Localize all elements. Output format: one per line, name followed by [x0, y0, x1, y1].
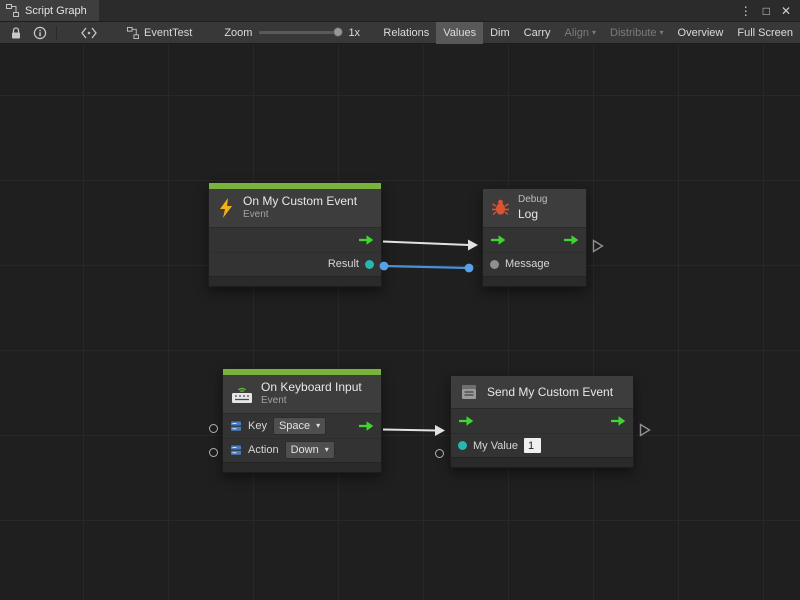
zoom-label: Zoom: [224, 27, 252, 39]
message-label: Message: [505, 258, 550, 270]
control-flow-row: [451, 409, 633, 433]
node-title: On My Custom Event: [243, 194, 357, 209]
key-input-row: Key Space ▾: [223, 414, 381, 438]
result-label: Result: [328, 258, 359, 270]
node-title: Send My Custom Event: [487, 385, 613, 400]
lightning-bolt-icon: [217, 197, 235, 219]
code-view-icon: [81, 27, 97, 39]
overview-button[interactable]: Overview: [671, 22, 731, 44]
my-value-label: My Value: [473, 440, 518, 452]
flow-continuation-triangle[interactable]: [592, 239, 604, 253]
action-label: Action: [248, 444, 279, 456]
my-value-input-row: My Value 1: [451, 433, 633, 457]
message-input-row: Message: [483, 252, 586, 276]
node-header[interactable]: On Keyboard Input Event: [223, 375, 381, 413]
fullscreen-button[interactable]: Full Screen: [730, 22, 800, 44]
flow-input-port[interactable]: [458, 415, 474, 427]
node-on-keyboard-input[interactable]: On Keyboard Input Event Key Space ▾: [222, 368, 382, 473]
flow-continuation-triangle[interactable]: [639, 423, 651, 437]
send-event-icon: [459, 382, 479, 402]
my-value-port[interactable]: [458, 441, 467, 450]
maximize-icon[interactable]: □: [763, 5, 770, 17]
node-body: My Value 1: [451, 408, 633, 457]
flow-output-port[interactable]: [358, 234, 374, 246]
tab-script-graph[interactable]: Script Graph: [0, 0, 99, 21]
menu-icon[interactable]: ⋮: [740, 5, 752, 17]
bug-icon: [491, 198, 510, 217]
chevron-down-icon: ▾: [592, 29, 596, 37]
control-flow-row: [483, 228, 586, 252]
unconnected-port-ring[interactable]: [209, 448, 218, 457]
zoom-value: 1x: [348, 27, 360, 39]
flow-output-port[interactable]: [610, 415, 626, 427]
node-header[interactable]: On My Custom Event Event: [209, 189, 381, 227]
dim-button[interactable]: Dim: [483, 22, 517, 44]
lock-icon: [10, 26, 22, 40]
zoom-slider[interactable]: [259, 31, 341, 34]
variable-icon: [230, 444, 242, 456]
action-dropdown[interactable]: Down ▾: [285, 441, 335, 459]
node-subtitle: Event: [243, 209, 357, 222]
key-dropdown[interactable]: Space ▾: [273, 417, 326, 435]
graph-breadcrumb[interactable]: EventTest: [127, 27, 192, 39]
key-label: Key: [248, 420, 267, 432]
node-title: Log: [518, 207, 547, 222]
node-footer: [223, 462, 381, 472]
chevron-down-icon: ▾: [660, 29, 664, 37]
node-header[interactable]: Debug Log: [483, 189, 586, 227]
node-debug-log[interactable]: Debug Log Message: [482, 188, 587, 287]
node-header[interactable]: Send My Custom Event: [451, 376, 633, 408]
my-value-field[interactable]: 1: [524, 438, 541, 453]
node-footer: [209, 276, 381, 286]
flow-output-port[interactable]: [563, 234, 579, 246]
graph-breadcrumb-icon: [127, 27, 139, 39]
node-subtitle: Event: [261, 395, 362, 408]
unconnected-port-ring[interactable]: [209, 424, 218, 433]
info-button[interactable]: [28, 22, 52, 44]
action-input-row: Action Down ▾: [223, 438, 381, 462]
unconnected-port-ring[interactable]: [435, 449, 444, 458]
window-controls: ⋮ □ ✕: [740, 0, 800, 21]
control-output-row: [209, 228, 381, 252]
graph-name: EventTest: [144, 27, 192, 39]
result-output-row: Result: [209, 252, 381, 276]
graph-toolbar: EventTest Zoom 1x Relations Values Dim C…: [0, 22, 800, 44]
node-body: Key Space ▾ Action Down ▾: [223, 413, 381, 462]
values-button[interactable]: Values: [436, 22, 483, 44]
variable-icon: [230, 420, 242, 432]
tab-title: Script Graph: [25, 5, 87, 17]
result-value-port[interactable]: [365, 260, 374, 269]
graph-canvas[interactable]: [0, 45, 800, 600]
node-footer: [483, 276, 586, 286]
code-view-button[interactable]: [77, 22, 101, 44]
titlebar: Script Graph ⋮ □ ✕: [0, 0, 800, 22]
zoom-slider-knob[interactable]: [333, 27, 343, 37]
flow-output-port[interactable]: [358, 420, 374, 432]
node-category: Debug: [518, 194, 547, 207]
message-value-port[interactable]: [490, 260, 499, 269]
close-icon[interactable]: ✕: [781, 5, 791, 17]
lock-button[interactable]: [4, 22, 28, 44]
chevron-down-icon: ▾: [325, 446, 329, 454]
node-on-my-custom-event[interactable]: On My Custom Event Event Result: [208, 182, 382, 287]
toolbar-buttons: Relations Values Dim Carry Align ▾ Distr…: [376, 22, 800, 44]
info-icon: [33, 26, 47, 40]
relations-button[interactable]: Relations: [376, 22, 436, 44]
node-send-my-custom-event[interactable]: Send My Custom Event My Value 1: [450, 375, 634, 468]
chevron-down-icon: ▾: [316, 422, 320, 430]
node-body: Result: [209, 227, 381, 276]
node-title: On Keyboard Input: [261, 380, 362, 395]
distribute-dropdown[interactable]: Distribute ▾: [603, 22, 670, 44]
toolbar-separator: [56, 26, 57, 40]
node-footer: [451, 457, 633, 467]
node-body: Message: [483, 227, 586, 276]
keyboard-icon: [231, 384, 253, 404]
script-graph-icon: [6, 4, 19, 17]
flow-input-port[interactable]: [490, 234, 506, 246]
align-dropdown[interactable]: Align ▾: [558, 22, 603, 44]
zoom-control: Zoom 1x: [224, 27, 360, 39]
carry-button[interactable]: Carry: [517, 22, 558, 44]
